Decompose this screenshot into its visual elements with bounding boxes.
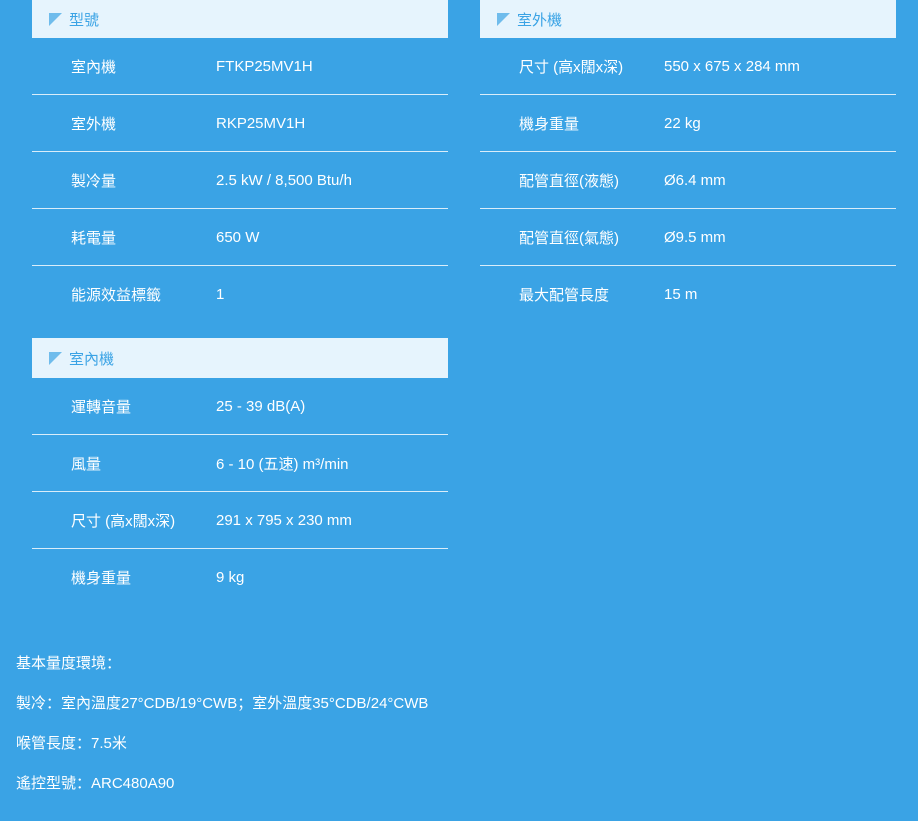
spec-value: 25 - 39 dB(A): [216, 397, 306, 415]
indoor-section-header: 室內機: [32, 338, 448, 378]
spec-row: 室內機 FTKP25MV1H: [32, 38, 448, 95]
spec-value: 291 x 795 x 230 mm: [216, 511, 352, 529]
spec-label: 配管直徑(液態): [519, 172, 619, 190]
spec-row: 最大配管長度 15 m: [480, 266, 896, 322]
spec-label: 耗電量: [71, 229, 117, 247]
model-section-title: 型號: [69, 11, 100, 29]
spec-row: 機身重量 9 kg: [32, 549, 448, 605]
notes-heading: 基本量度環境：: [16, 655, 122, 672]
spec-row: 風量 6 - 10 (五速) m³/min: [32, 435, 448, 492]
spec-label: 室外機: [71, 115, 117, 133]
spec-label: 室內機: [71, 58, 117, 76]
spec-row: 耗電量 650 W: [32, 209, 448, 266]
triangle-marker-icon: [49, 12, 62, 26]
spec-row: 配管直徑(氣態) Ø9.5 mm: [480, 209, 896, 266]
spec-label: 風量: [71, 455, 102, 473]
spec-value: Ø6.4 mm: [664, 171, 726, 189]
note-line: 喉管長度：7.5米: [16, 735, 127, 752]
triangle-marker-icon: [49, 351, 62, 365]
spec-row: 能源效益標籤 1: [32, 266, 448, 322]
spec-value: 22 kg: [664, 114, 701, 132]
spec-label: 機身重量: [519, 115, 580, 133]
model-section-header: 型號: [32, 0, 448, 38]
spec-value: Ø9.5 mm: [664, 228, 726, 246]
spec-value: 650 W: [216, 228, 260, 246]
spec-label: 機身重量: [71, 569, 132, 587]
spec-row: 製冷量 2.5 kW / 8,500 Btu/h: [32, 152, 448, 209]
model-spec-panel: 型號 室內機 FTKP25MV1H 室外機 RKP25MV1H 製冷量 2.5 kW …: [32, 0, 448, 322]
spec-label: 運轉音量: [71, 398, 132, 416]
spec-row: 尺寸 (高x闊x深) 550 x 675 x 284 mm: [480, 38, 896, 95]
spec-value: 15 m: [664, 285, 698, 303]
spec-label: 尺寸 (高x闊x深): [71, 512, 176, 530]
spec-row: 室外機 RKP25MV1H: [32, 95, 448, 152]
spec-value: 6 - 10 (五速) m³/min: [216, 455, 349, 473]
spec-label: 最大配管長度: [519, 286, 610, 304]
indoor-section-title: 室內機: [69, 350, 115, 368]
spec-value: RKP25MV1H: [216, 114, 306, 132]
outdoor-section-title: 室外機: [517, 11, 563, 29]
note-line: 遙控型號：ARC480A90: [16, 775, 175, 792]
spec-label: 製冷量: [71, 172, 117, 190]
indoor-spec-panel: 室內機 運轉音量 25 - 39 dB(A) 風量 6 - 10 (五速) m³/m…: [32, 338, 448, 605]
spec-label: 配管直徑(氣態): [519, 229, 619, 247]
spec-row: 機身重量 22 kg: [480, 95, 896, 152]
spec-label: 能源效益標籤: [71, 286, 162, 304]
spec-value: 9 kg: [216, 568, 245, 586]
note-line: 製冷：室內溫度27°CDB/19°CWB；室外溫度35°CDB/24°CWB: [16, 695, 429, 712]
triangle-marker-icon: [497, 12, 510, 26]
spec-row: 尺寸 (高x闊x深) 291 x 795 x 230 mm: [32, 492, 448, 549]
outdoor-spec-panel: 室外機 尺寸 (高x闊x深) 550 x 675 x 284 mm 機身重量 22 …: [480, 0, 896, 322]
outdoor-section-header: 室外機: [480, 0, 896, 38]
measurement-notes: 基本量度環境： 製冷：室內溫度27°CDB/19°CWB；室外溫度35°CDB/…: [16, 644, 428, 804]
spec-label: 尺寸 (高x闊x深): [519, 58, 624, 76]
spec-value: 1: [216, 285, 225, 303]
spec-row: 運轉音量 25 - 39 dB(A): [32, 378, 448, 435]
spec-value: FTKP25MV1H: [216, 57, 313, 75]
spec-value: 550 x 675 x 284 mm: [664, 57, 800, 75]
spec-value: 2.5 kW / 8,500 Btu/h: [216, 171, 352, 189]
spec-row: 配管直徑(液態) Ø6.4 mm: [480, 152, 896, 209]
